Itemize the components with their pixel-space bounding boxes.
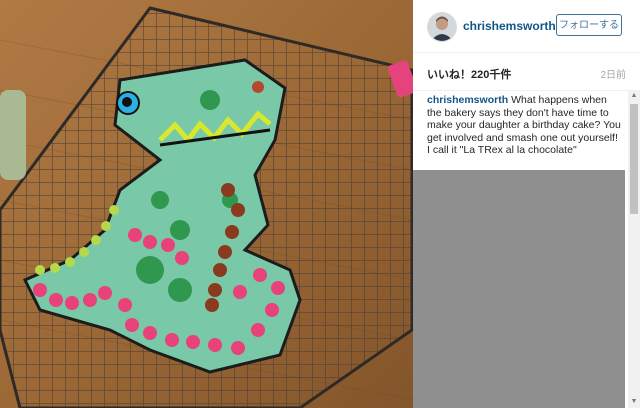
profile-photo-icon <box>428 13 456 41</box>
post-time[interactable]: 2日前 <box>600 66 626 81</box>
caption: chrishemsworth What happens when the bake… <box>427 94 623 157</box>
post-header: chrishemsworth フォローする <box>413 0 640 53</box>
scrollbar-thumb[interactable] <box>630 104 638 214</box>
likes-count[interactable]: いいね！220千件 <box>427 66 511 82</box>
username-link[interactable]: chrishemsworth <box>463 19 556 33</box>
avatar[interactable] <box>427 12 457 42</box>
likes-row: いいね！220千件 2日前 <box>413 52 640 91</box>
arrow-down-icon[interactable]: ▼ <box>628 396 640 408</box>
comments-scrollbar[interactable]: ▲ ▼ <box>628 90 640 408</box>
comments-placeholder <box>413 170 625 408</box>
trex-cake-image <box>0 0 413 408</box>
caption-username[interactable]: chrishemsworth <box>427 94 508 106</box>
comments-section: chrishemsworth What happens when the bake… <box>413 90 640 408</box>
post-photo[interactable] <box>0 0 413 408</box>
arrow-up-icon[interactable]: ▲ <box>628 90 640 102</box>
post-sidebar: chrishemsworth フォローする いいね！220千件 2日前 chri… <box>413 0 640 408</box>
follow-button[interactable]: フォローする <box>556 14 622 36</box>
